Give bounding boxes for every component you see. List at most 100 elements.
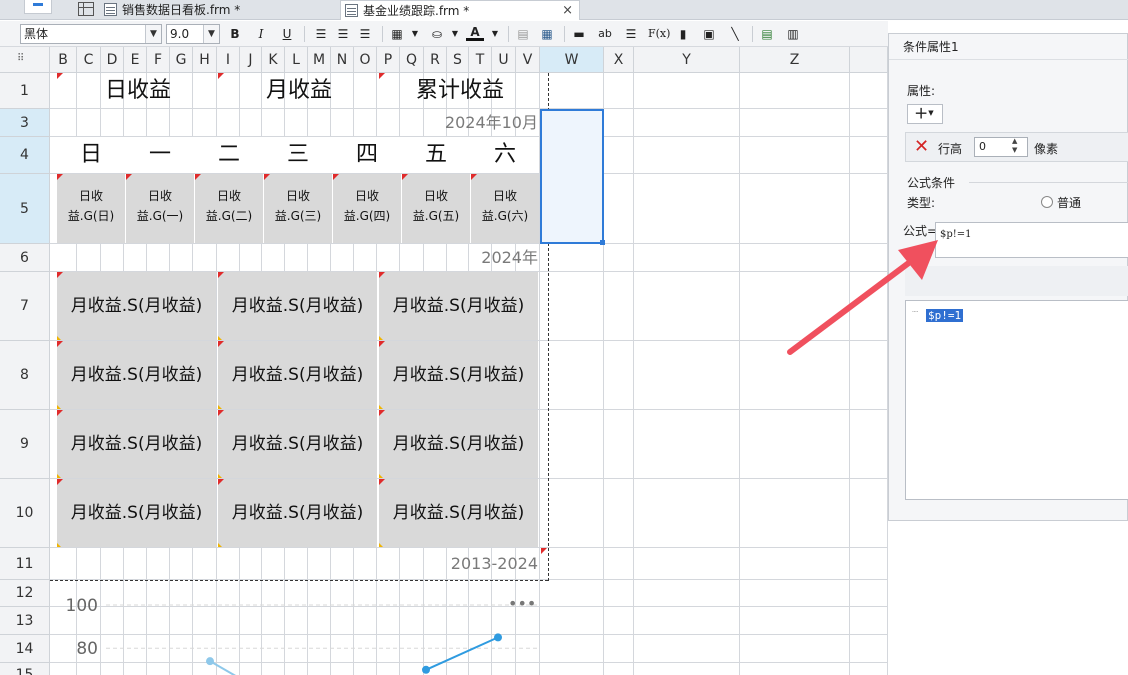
row-height-input[interactable]: 0 xyxy=(974,137,1028,157)
weekday-cell[interactable]: 四 xyxy=(333,137,401,173)
data-point[interactable] xyxy=(494,633,502,642)
chevron-down-icon[interactable]: ▼ xyxy=(406,25,424,43)
daily-return-cell[interactable]: 日收益.G(六) xyxy=(471,174,539,243)
tab-fund-performance[interactable]: 基金业绩跟踪.frm * × xyxy=(340,0,580,20)
font-family-select[interactable]: 黑体 ▼ xyxy=(20,24,162,44)
tab-sales-daily[interactable]: 销售数据日看板.frm * xyxy=(100,0,335,20)
daily-return-heading[interactable]: 日收益 xyxy=(58,73,218,109)
row-header-4[interactable]: 4 xyxy=(0,137,50,174)
image-icon[interactable]: ▣ xyxy=(700,25,718,43)
column-header-r[interactable]: R xyxy=(424,47,447,73)
selected-cell-range[interactable] xyxy=(540,109,604,244)
chart-menu-icon[interactable]: ••• xyxy=(508,594,536,613)
row-header-14[interactable]: 14 xyxy=(0,635,50,663)
monthly-return-cell[interactable]: 月收益.S(月收益) xyxy=(57,341,216,409)
monthly-return-cell[interactable]: 月收益.S(月收益) xyxy=(57,272,216,340)
year-label[interactable]: 2024年 xyxy=(380,244,538,272)
cumulative-return-heading[interactable]: 累计收益 xyxy=(380,73,540,109)
paragraph-icon[interactable]: ☰ xyxy=(622,25,640,43)
chevron-down-icon[interactable]: ▼ xyxy=(145,25,161,43)
column-header-v[interactable]: V xyxy=(516,47,540,73)
weekday-cell[interactable]: 日 xyxy=(57,137,125,173)
bold-button[interactable]: B xyxy=(226,25,244,43)
column-header-h[interactable]: H xyxy=(193,47,217,73)
column-header-j[interactable]: J xyxy=(240,47,262,73)
spinner-icon[interactable]: ▲ ▼ xyxy=(1012,137,1017,155)
column-header-g[interactable]: G xyxy=(170,47,193,73)
chevron-down-icon[interactable]: ▼ xyxy=(203,25,219,43)
daily-return-cell[interactable]: 日收益.G(二) xyxy=(195,174,263,243)
normal-type-label[interactable]: 普通 xyxy=(1057,194,1081,211)
monthly-return-cell[interactable]: 月收益.S(月收益) xyxy=(379,410,538,478)
weekday-cell[interactable]: 六 xyxy=(471,137,539,173)
align-right-icon[interactable]: ☰ xyxy=(356,25,374,43)
column-header-x[interactable]: X xyxy=(604,47,634,73)
daily-return-cell[interactable]: 日收益.G(日) xyxy=(57,174,125,243)
range-label[interactable]: 2013-2024 xyxy=(380,548,538,580)
row-header-12[interactable]: 12 xyxy=(0,580,50,607)
row-header-11[interactable]: 11 xyxy=(0,548,50,580)
column-header-y[interactable]: Y xyxy=(634,47,740,73)
selection-handle[interactable] xyxy=(600,240,605,245)
daily-return-cell[interactable]: 日收益.G(四) xyxy=(333,174,401,243)
month-label[interactable]: 2024年10月 xyxy=(380,109,538,137)
column-header-t[interactable]: T xyxy=(469,47,492,73)
row-header-5[interactable]: 5 xyxy=(0,174,50,244)
column-header-n[interactable]: N xyxy=(331,47,354,73)
column-header-f[interactable]: F xyxy=(147,47,170,73)
monthly-return-cell[interactable]: 月收益.S(月收益) xyxy=(218,272,377,340)
column-header-u[interactable]: U xyxy=(492,47,516,73)
monthly-return-cell[interactable]: 月收益.S(月收益) xyxy=(379,341,538,409)
table-icon[interactable]: ▦ xyxy=(538,25,556,43)
row-header-1[interactable]: 1 xyxy=(0,73,50,109)
border-icon[interactable]: ▦ xyxy=(388,25,406,43)
row-header-3[interactable]: 3 xyxy=(0,109,50,137)
daily-return-cell[interactable]: 日收益.G(五) xyxy=(402,174,470,243)
column-header-p[interactable]: P xyxy=(377,47,400,73)
weekday-cell[interactable]: 一 xyxy=(126,137,194,173)
formula-input[interactable]: $p!=1 xyxy=(935,222,1128,258)
row-header-6[interactable]: 6 xyxy=(0,244,50,272)
monthly-return-cell[interactable]: 月收益.S(月收益) xyxy=(218,410,377,478)
column-header-w[interactable]: W xyxy=(540,47,604,73)
column-header-m[interactable]: M xyxy=(308,47,331,73)
row-header-13[interactable]: 13 xyxy=(0,607,50,635)
formula-button[interactable]: F(x) xyxy=(648,25,670,43)
row-header-10[interactable]: 10 xyxy=(0,479,50,548)
row-header-7[interactable]: 7 xyxy=(0,272,50,341)
data-point[interactable] xyxy=(422,665,430,674)
row-header-8[interactable]: 8 xyxy=(0,341,50,410)
column-header-k[interactable]: K xyxy=(262,47,285,73)
fill-color-icon[interactable]: ⛀ xyxy=(428,25,446,43)
app-menu-button[interactable] xyxy=(24,0,52,14)
text-ab-button[interactable]: ab xyxy=(596,25,614,43)
font-size-select[interactable]: 9.0 ▼ xyxy=(166,24,220,44)
delete-attribute-icon[interactable]: ✕ xyxy=(914,136,929,157)
daily-return-cell[interactable]: 日收益.G(一) xyxy=(126,174,194,243)
column-header-c[interactable]: C xyxy=(77,47,101,73)
merge-cells-icon[interactable]: ▤ xyxy=(514,25,532,43)
monthly-return-heading[interactable]: 月收益 xyxy=(219,73,379,109)
select-all-corner[interactable]: ⠿ A xyxy=(0,47,57,73)
bar-chart-icon[interactable]: ▮ xyxy=(674,25,692,43)
line-chart[interactable]: 1008060••• xyxy=(56,581,540,675)
daily-return-cell[interactable]: 日收益.G(三) xyxy=(264,174,332,243)
row-header-15[interactable]: 15 xyxy=(0,663,50,675)
monthly-return-cell[interactable]: 月收益.S(月收益) xyxy=(379,479,538,547)
form-icon[interactable]: ▤ xyxy=(758,25,776,43)
chevron-down-icon[interactable]: ▼ xyxy=(486,25,504,43)
column-header-s[interactable]: S xyxy=(447,47,469,73)
weekday-cell[interactable]: 三 xyxy=(264,137,332,173)
spreadsheet[interactable]: ⠿ A BCDEFGHIJKLMNOPQRSTUVWXYZ 1345678910… xyxy=(0,47,888,675)
weekday-cell[interactable]: 二 xyxy=(195,137,263,173)
text-color-button[interactable]: A xyxy=(466,25,484,41)
column-header-d[interactable]: D xyxy=(101,47,124,73)
monthly-return-cell[interactable]: 月收益.S(月收益) xyxy=(57,479,216,547)
italic-button[interactable]: I xyxy=(252,25,270,43)
underline-button[interactable]: U xyxy=(278,25,296,43)
close-tab-icon[interactable]: × xyxy=(562,1,573,21)
column-header-i[interactable]: I xyxy=(217,47,240,73)
column-header-o[interactable]: O xyxy=(354,47,377,73)
column-header-l[interactable]: L xyxy=(285,47,308,73)
insert-row-icon[interactable]: ▬ xyxy=(570,25,588,43)
